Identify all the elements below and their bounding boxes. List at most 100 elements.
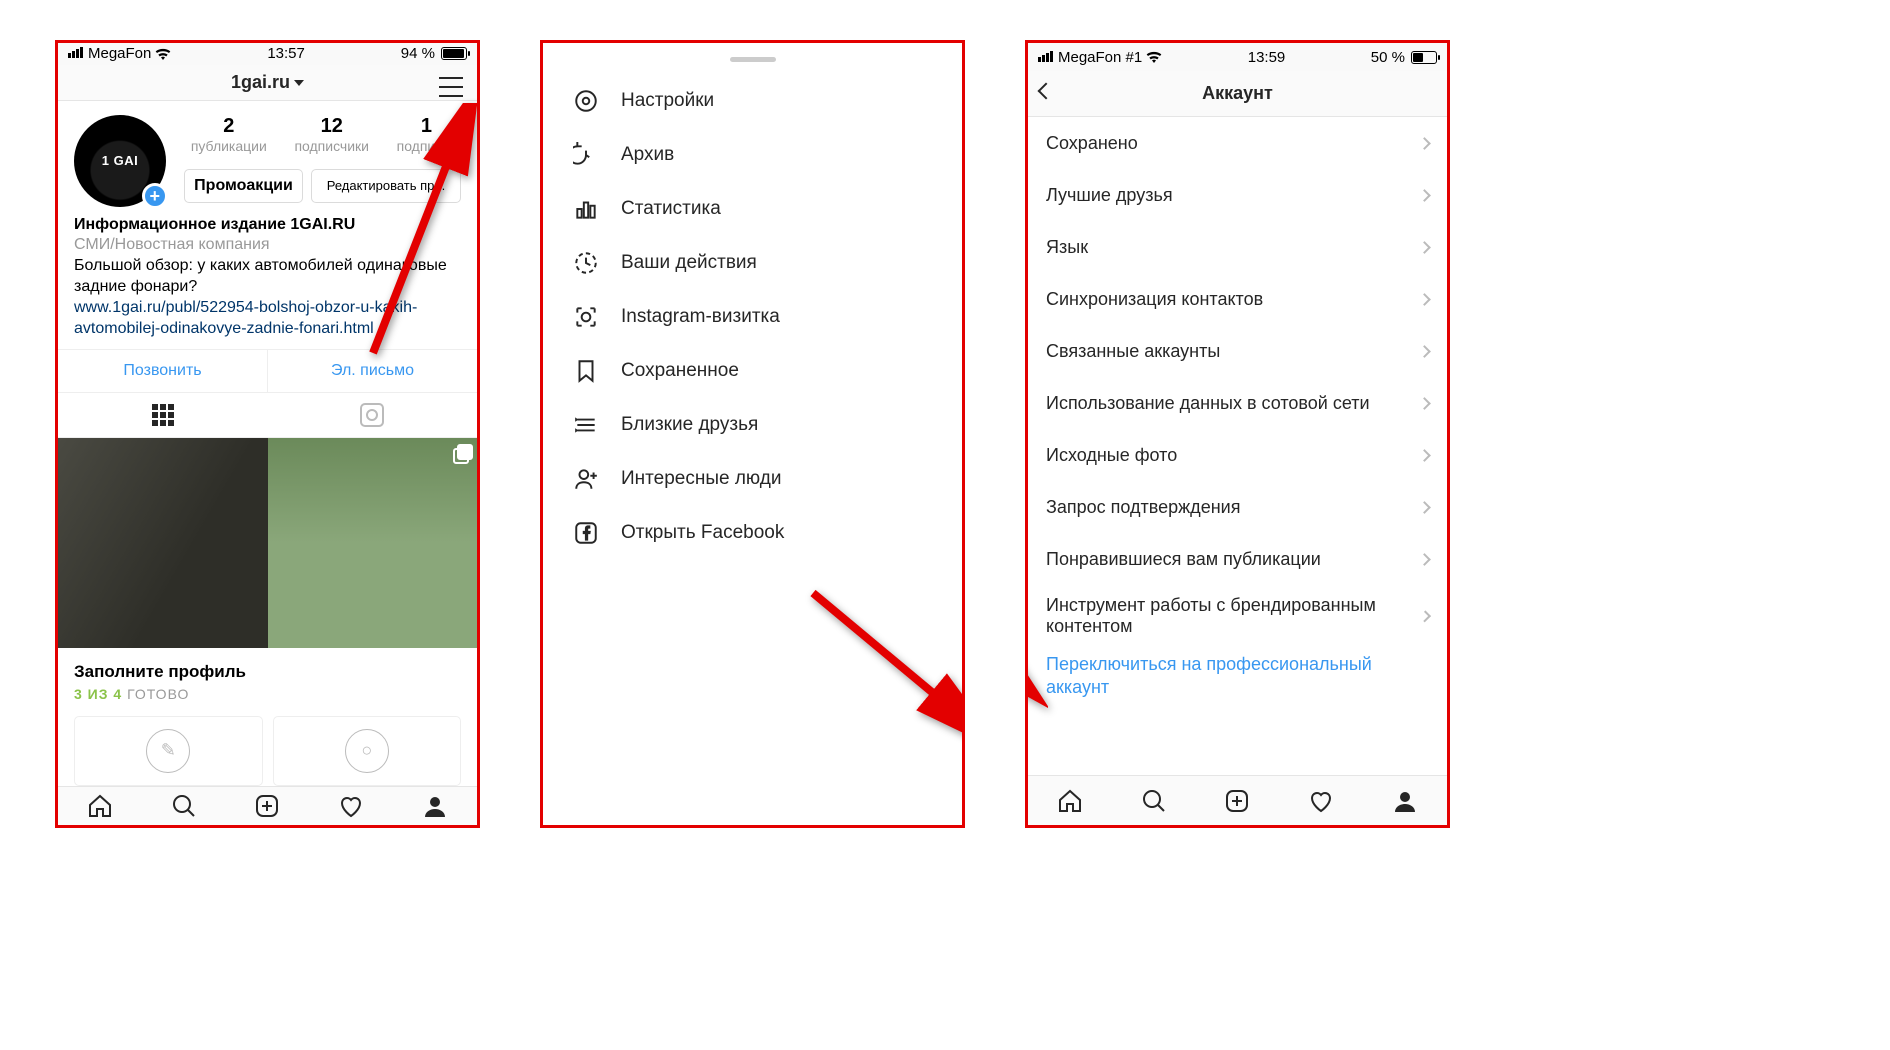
bottom-tab-bar	[58, 786, 477, 825]
username-dropdown[interactable]: 1gai.ru	[231, 72, 304, 93]
email-button[interactable]: Эл. письмо	[268, 350, 477, 392]
menu-item-gear[interactable]: Настройки	[543, 74, 962, 128]
bio-section: Информационное издание 1GAI.RU СМИ/Новос…	[58, 203, 477, 340]
complete-profile-section: Заполните профиль 3 ИЗ 4 ГОТОВО	[58, 648, 477, 716]
nametag-icon	[573, 304, 599, 330]
settings-item-label: Связанные аккаунты	[1046, 341, 1220, 362]
settings-item[interactable]: Лучшие друзья	[1028, 169, 1447, 221]
chevron-right-icon	[1418, 449, 1431, 462]
settings-item-label: Использование данных в сотовой сети	[1046, 393, 1370, 414]
tagged-icon	[360, 403, 384, 427]
menu-item-discover[interactable]: Интересные люди	[543, 452, 962, 506]
chevron-right-icon	[1418, 397, 1431, 410]
menu-item-stats[interactable]: Статистика	[543, 182, 962, 236]
menu-item-label: Сохраненное	[621, 360, 739, 382]
menu-item-closefriends[interactable]: Близкие друзья	[543, 398, 962, 452]
chevron-right-icon	[1418, 241, 1431, 254]
profile-header: 1gai.ru	[58, 65, 477, 101]
promotions-button[interactable]: Промоакции	[184, 169, 303, 203]
settings-item-label: Инструмент работы с брендированным конте…	[1046, 595, 1421, 637]
bookmark-icon	[573, 358, 599, 384]
complete-progress: 3 ИЗ 4 ГОТОВО	[74, 686, 461, 702]
status-bar: MegaFon #1 13:59 50 %	[1028, 43, 1447, 71]
settings-item[interactable]: Инструмент работы с брендированным конте…	[1028, 585, 1447, 647]
bottom-tab-bar	[1028, 775, 1447, 825]
add-post-icon[interactable]	[254, 793, 280, 819]
closefriends-icon	[573, 412, 599, 438]
menu-item-label: Настройки	[621, 90, 714, 112]
edit-profile-button[interactable]: Редактировать пр...	[311, 169, 461, 203]
archive-icon	[573, 142, 599, 168]
settings-item[interactable]: Связанные аккаунты	[1028, 325, 1447, 377]
profile-tab-icon[interactable]	[422, 793, 448, 819]
back-button[interactable]	[1038, 83, 1055, 100]
bio-link[interactable]: www.1gai.ru/publ/522954-bolshoj-obzor-u-…	[74, 298, 461, 340]
settings-item[interactable]: Использование данных в сотовой сети	[1028, 377, 1447, 429]
posts-count: 2	[191, 115, 267, 138]
post-thumbnail[interactable]	[268, 438, 478, 648]
activity-heart-icon[interactable]	[1308, 788, 1334, 814]
menu-item-label: Открыть Facebook	[621, 522, 784, 544]
settings-item[interactable]: Синхронизация контактов	[1028, 273, 1447, 325]
complete-title: Заполните профиль	[74, 662, 461, 682]
menu-item-archive[interactable]: Архив	[543, 128, 962, 182]
clock: 13:59	[1248, 49, 1286, 66]
chevron-right-icon	[1418, 553, 1431, 566]
tab-tagged[interactable]	[268, 393, 478, 437]
stats-icon	[573, 196, 599, 222]
menu-item-bookmark[interactable]: Сохраненное	[543, 344, 962, 398]
tab-grid[interactable]	[58, 393, 268, 437]
annotation-arrow-icon	[803, 583, 965, 763]
screen-account-settings: MegaFon #1 13:59 50 % Аккаунт СохраненоЛ…	[1025, 40, 1450, 828]
search-icon[interactable]	[1141, 788, 1167, 814]
card-icon: ✎	[146, 729, 190, 773]
activity-heart-icon[interactable]	[338, 793, 364, 819]
carrier-label: MegaFon	[88, 45, 151, 62]
username-label: 1gai.ru	[231, 72, 290, 93]
sheet-handle[interactable]	[730, 57, 776, 62]
grid-icon	[152, 404, 174, 426]
signal-icon	[68, 45, 84, 62]
menu-item-label: Интересные люди	[621, 468, 781, 490]
settings-item[interactable]: Сохранено	[1028, 117, 1447, 169]
avatar[interactable]: 1 GAI +	[74, 115, 166, 207]
followers-label: подписчики	[294, 138, 369, 154]
bio-text: Большой обзор: у каких автомобилей одина…	[74, 256, 461, 298]
chevron-right-icon	[1418, 501, 1431, 514]
settings-item[interactable]: Язык	[1028, 221, 1447, 273]
chevron-right-icon	[1418, 345, 1431, 358]
complete-card[interactable]: ✎	[74, 716, 263, 786]
chevron-down-icon	[294, 80, 304, 86]
home-icon[interactable]	[1057, 788, 1083, 814]
settings-item[interactable]: Запрос подтверждения	[1028, 481, 1447, 533]
menu-item-label: Статистика	[621, 198, 721, 220]
following-label: подписки	[397, 138, 457, 154]
signal-icon	[1038, 49, 1054, 66]
call-button[interactable]: Позвонить	[58, 350, 268, 392]
profile-category: СМИ/Новостная компания	[74, 235, 461, 256]
settings-item[interactable]: Понравившиеся вам публикации	[1028, 533, 1447, 585]
carrier-label: MegaFon #1	[1058, 49, 1142, 66]
home-icon[interactable]	[87, 793, 113, 819]
page-title: Аккаунт	[1202, 83, 1273, 104]
menu-item-nametag[interactable]: Instagram-визитка	[543, 290, 962, 344]
profile-name: Информационное издание 1GAI.RU	[74, 215, 461, 236]
chevron-right-icon	[1418, 137, 1431, 150]
screen-menu-sheet: Настройки Архив Статистика Ваши действия Ins…	[540, 40, 965, 828]
profile-tab-icon[interactable]	[1392, 788, 1418, 814]
add-post-icon[interactable]	[1224, 788, 1250, 814]
menu-item-activity[interactable]: Ваши действия	[543, 236, 962, 290]
add-story-icon[interactable]: +	[142, 183, 168, 209]
settings-item[interactable]: Исходные фото	[1028, 429, 1447, 481]
menu-item-facebook[interactable]: Открыть Facebook	[543, 506, 962, 560]
discover-icon	[573, 466, 599, 492]
settings-item-label: Исходные фото	[1046, 445, 1177, 466]
search-icon[interactable]	[171, 793, 197, 819]
menu-item-label: Instagram-визитка	[621, 306, 780, 328]
gear-icon	[573, 88, 599, 114]
chevron-right-icon	[1418, 293, 1431, 306]
switch-professional-link[interactable]: Переключиться на профессиональный аккаун…	[1028, 647, 1447, 704]
post-thumbnail[interactable]	[58, 438, 268, 648]
complete-card[interactable]: ○	[273, 716, 462, 786]
hamburger-menu-button[interactable]	[439, 77, 463, 97]
